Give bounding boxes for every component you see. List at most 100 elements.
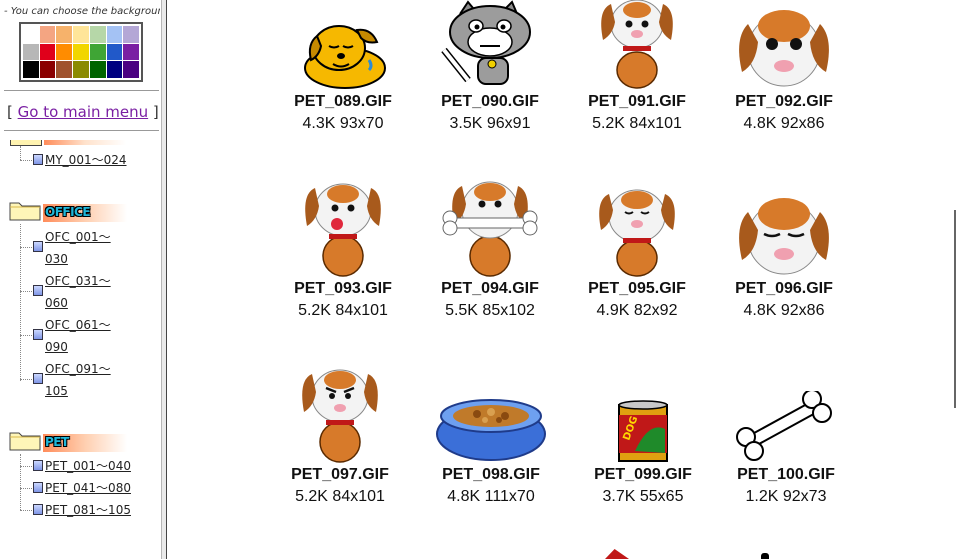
file-info: 4.9K 82x92 xyxy=(596,302,678,319)
tree-connector xyxy=(20,335,32,336)
nav-link-pet-081[interactable]: PET_081～105 xyxy=(45,499,131,521)
document-icon xyxy=(33,241,43,252)
file-name: PET_090.GIF xyxy=(441,93,539,110)
file-name: PET_089.GIF xyxy=(294,93,392,110)
divider-line xyxy=(4,90,159,91)
color-swatch[interactable] xyxy=(73,61,89,78)
color-swatch[interactable] xyxy=(106,43,123,61)
file-info: 5.2K 84x101 xyxy=(298,302,388,319)
file-info: 1.2K 92x73 xyxy=(745,488,827,505)
color-swatch[interactable] xyxy=(123,61,139,78)
color-swatch[interactable] xyxy=(106,26,123,43)
document-icon xyxy=(33,329,43,340)
color-swatch[interactable] xyxy=(56,61,73,78)
tree-connector xyxy=(20,146,21,160)
tree-connector xyxy=(20,488,32,489)
color-swatch[interactable] xyxy=(89,61,106,78)
gallery-frame: PET_089.GIF 4.3K 93x70 PET_090.GIF 3.5K … xyxy=(167,0,958,559)
file-info: 4.3K 93x70 xyxy=(302,115,384,132)
file-info: 5.5K 85x102 xyxy=(445,302,535,319)
file-name: PET_093.GIF xyxy=(294,280,392,297)
folder-icon xyxy=(9,432,41,451)
color-swatch[interactable] xyxy=(106,61,123,78)
puppy-sitting-icon xyxy=(601,0,673,89)
partial-next-row-image xyxy=(761,553,769,559)
bracket-close: ] xyxy=(148,103,159,121)
file-info: 5.2K 84x101 xyxy=(295,488,385,505)
background-caption: - You can choose the background xyxy=(4,6,160,17)
document-icon xyxy=(33,482,43,493)
navigation-frame: - You can choose the background [ Go to … xyxy=(0,0,160,559)
tree-connector xyxy=(20,247,32,248)
color-swatch[interactable] xyxy=(56,26,73,43)
yellow-dog-sleeping-icon xyxy=(304,25,386,89)
file-info: 4.8K 111x70 xyxy=(447,488,535,505)
color-swatch[interactable] xyxy=(23,61,39,78)
file-name: PET_092.GIF xyxy=(735,93,833,110)
nav-link-ofc-061[interactable]: OFC_061～090 xyxy=(45,314,115,358)
tree-connector xyxy=(20,466,32,467)
file-info: 4.8K 92x86 xyxy=(743,115,825,132)
color-swatch[interactable] xyxy=(73,43,89,61)
file-info: 4.8K 92x86 xyxy=(743,302,825,319)
bracket-open: [ xyxy=(7,103,18,121)
color-swatch[interactable] xyxy=(89,26,106,43)
nav-link-my-001[interactable]: MY_001～024 xyxy=(45,149,127,171)
tree-connector xyxy=(20,454,21,510)
file-name: PET_094.GIF xyxy=(441,280,539,297)
puppy-face-sleepy-icon xyxy=(739,198,829,275)
office-banner-label: OFFICE xyxy=(45,205,91,219)
nav-link-ofc-031[interactable]: OFC_031～060 xyxy=(45,270,115,314)
file-name: PET_095.GIF xyxy=(588,280,686,297)
color-swatch[interactable] xyxy=(73,26,89,43)
folder-icon xyxy=(10,140,42,146)
nav-link-ofc-091[interactable]: OFC_091～105 xyxy=(45,358,115,402)
color-swatch[interactable] xyxy=(123,26,139,43)
nav-link-ofc-001[interactable]: OFC_001～030 xyxy=(45,226,115,270)
color-swatch[interactable] xyxy=(89,43,106,61)
pet-category-banner: PET xyxy=(43,435,69,449)
scrollbar-edge[interactable] xyxy=(954,210,956,408)
pet-banner-label: PET xyxy=(45,435,69,449)
tree-connector xyxy=(20,379,32,380)
partial-next-row-image xyxy=(605,549,629,559)
color-swatch[interactable] xyxy=(39,26,56,43)
go-to-main-menu-link[interactable]: Go to main menu xyxy=(18,103,149,121)
dog-food-can-icon: DOG xyxy=(618,400,668,462)
color-swatch[interactable] xyxy=(39,61,56,78)
file-name: PET_096.GIF xyxy=(735,280,833,297)
document-icon xyxy=(33,460,43,471)
document-icon xyxy=(33,154,43,165)
color-swatch[interactable] xyxy=(56,43,73,61)
puppy-sad-icon xyxy=(599,189,675,277)
nav-link-pet-041[interactable]: PET_041～080 xyxy=(45,477,131,499)
file-name: PET_099.GIF xyxy=(594,466,692,483)
main-menu-link-wrapper: [ Go to main menu ] xyxy=(7,103,159,121)
file-name: PET_091.GIF xyxy=(588,93,686,110)
puppy-with-bone-icon xyxy=(442,181,538,277)
folder-icon xyxy=(9,202,41,221)
tree-connector xyxy=(20,510,32,511)
color-swatch[interactable] xyxy=(23,43,39,61)
document-icon xyxy=(33,373,43,384)
puppy-angry-icon xyxy=(302,369,378,463)
background-color-palette xyxy=(19,22,143,82)
nav-link-pet-001[interactable]: PET_001～040 xyxy=(45,455,131,477)
file-name: PET_097.GIF xyxy=(291,466,389,483)
category-banner-partial xyxy=(44,140,126,145)
file-name: PET_098.GIF xyxy=(442,466,540,483)
color-swatch[interactable] xyxy=(23,26,39,43)
food-bowl-icon xyxy=(436,399,546,461)
color-swatch[interactable] xyxy=(123,43,139,61)
tree-connector xyxy=(20,291,32,292)
file-info: 5.2K 84x101 xyxy=(592,115,682,132)
file-info: 3.7K 55x65 xyxy=(602,488,684,505)
puppy-face-icon xyxy=(739,10,829,87)
file-info: 3.5K 96x91 xyxy=(449,115,531,132)
office-category-banner: OFFICE xyxy=(43,205,91,219)
color-swatch[interactable] xyxy=(39,43,56,61)
tree-connector xyxy=(20,160,32,161)
file-name: PET_100.GIF xyxy=(737,466,835,483)
gray-cat-with-bone-icon xyxy=(441,0,531,85)
document-icon xyxy=(33,285,43,296)
